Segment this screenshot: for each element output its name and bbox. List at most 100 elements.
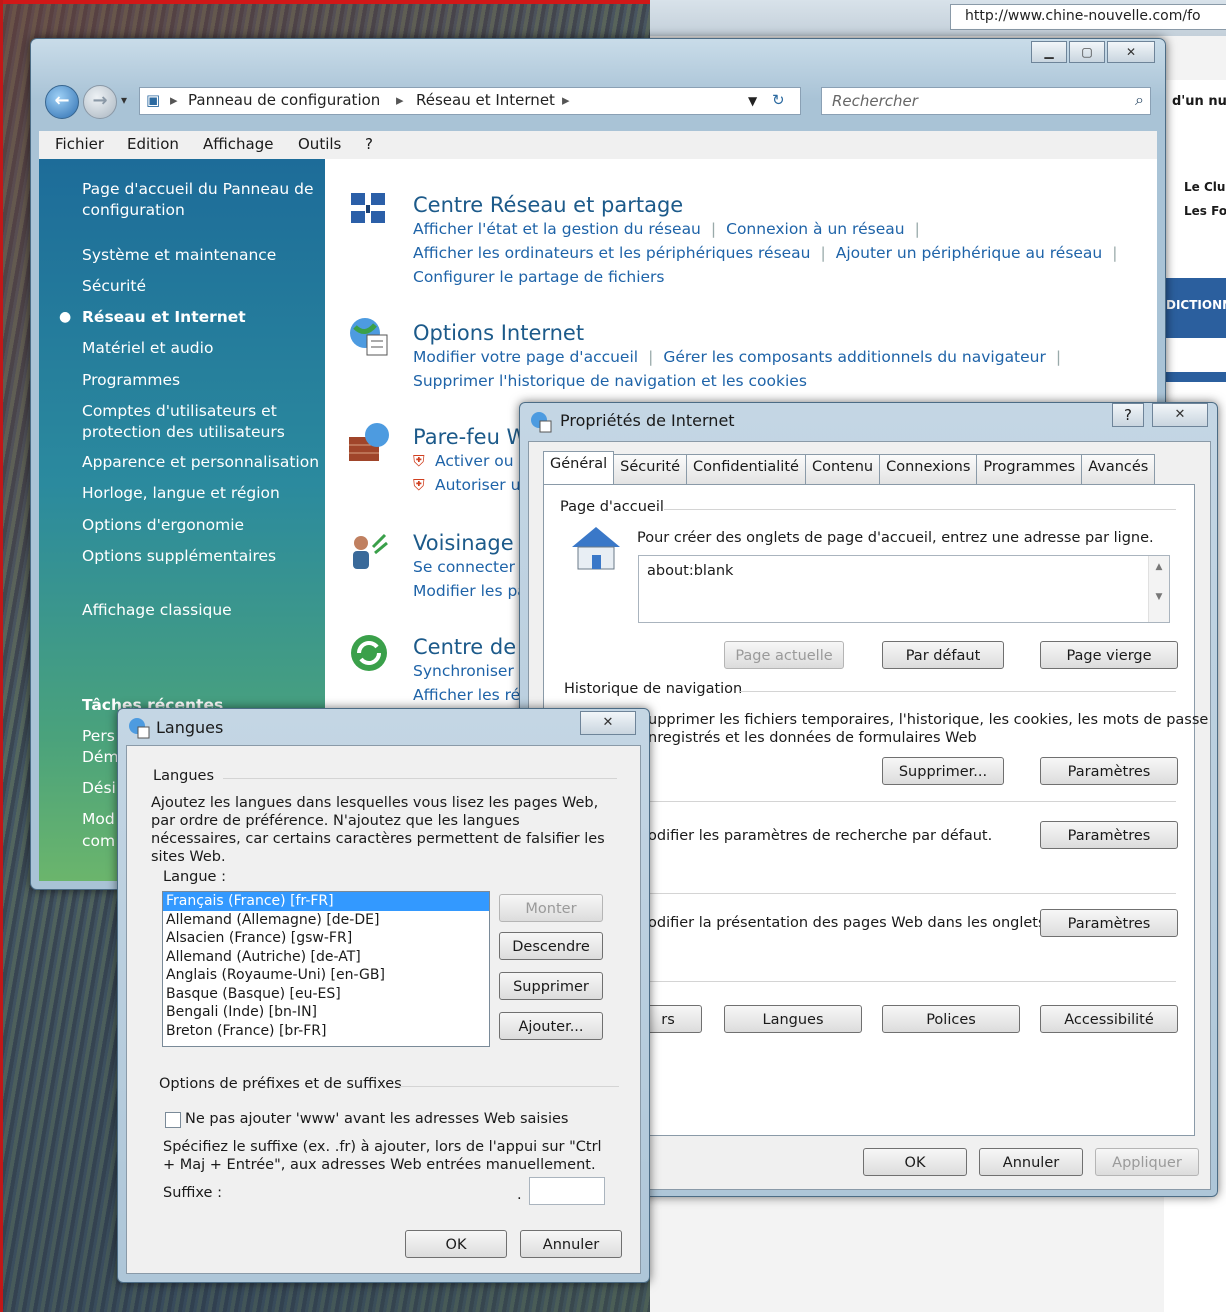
home-page-textarea[interactable]: about:blank ▲ ▼	[638, 555, 1170, 623]
tab-general[interactable]: Général	[543, 451, 615, 484]
language-list-item[interactable]: Anglais (Royaume-Uni) [en-GB]	[163, 966, 489, 985]
language-list[interactable]: Français (France) [fr-FR] Allemand (Alle…	[162, 891, 490, 1047]
category-title[interactable]: Centre Réseau et partage	[413, 193, 1127, 217]
category-link[interactable]: Afficher l'état et la gestion du réseau	[413, 220, 701, 238]
sidebar-item-appearance[interactable]: Apparence et personnalisation	[82, 452, 322, 473]
accessibility-button[interactable]: Accessibilité	[1040, 1005, 1178, 1033]
category-title[interactable]: Voisinage r	[413, 531, 529, 555]
apply-button[interactable]: Appliquer	[1095, 1148, 1199, 1176]
ok-button[interactable]: OK	[405, 1230, 507, 1258]
scroll-up-icon[interactable]: ▲	[1149, 562, 1169, 572]
sidebar-item-additional[interactable]: Options supplémentaires	[82, 546, 322, 567]
sidebar-item-programs[interactable]: Programmes	[82, 370, 322, 391]
window-controls: ▁ ▢ ✕	[1029, 41, 1155, 63]
address-breadcrumb[interactable]: ▣ ▸ Panneau de configuration ▸ Réseau et…	[139, 87, 801, 115]
breadcrumb-control-panel[interactable]: Panneau de configuration	[188, 91, 380, 109]
scroll-down-icon[interactable]: ▼	[1149, 592, 1169, 602]
ok-button[interactable]: OK	[863, 1148, 967, 1176]
language-list-item[interactable]: Allemand (Allemagne) [de-DE]	[163, 911, 489, 930]
sidebar-item-system[interactable]: Système et maintenance	[82, 245, 322, 266]
recent-pages-chevron-icon[interactable]: ▾	[121, 93, 127, 107]
language-list-item[interactable]: Alsacien (France) [gsw-FR]	[163, 929, 489, 948]
history-settings-button[interactable]: Paramètres	[1040, 757, 1178, 785]
category-link[interactable]: Activer ou	[435, 452, 514, 470]
category-link[interactable]: Modifier les pa	[413, 582, 527, 600]
sidebar-item-accounts[interactable]: Comptes d'utilisateurs et protection des…	[82, 401, 322, 443]
menu-help[interactable]: ?	[365, 135, 373, 153]
sidebar-item-network[interactable]: Réseau et Internet	[82, 307, 322, 328]
sidebar-item-clock[interactable]: Horloge, langue et région	[82, 483, 322, 504]
tab-advanced[interactable]: Avancés	[1081, 454, 1156, 484]
refresh-icon[interactable]: ↻	[772, 91, 785, 109]
no-www-checkbox[interactable]	[165, 1112, 181, 1128]
remove-language-button[interactable]: Supprimer	[499, 972, 603, 1000]
move-down-button[interactable]: Descendre	[499, 932, 603, 960]
breadcrumb-network[interactable]: Réseau et Internet	[416, 91, 555, 109]
breadcrumb-separator-icon[interactable]: ▸	[562, 91, 570, 109]
category-link[interactable]: Supprimer l'historique de navigation et …	[413, 372, 807, 390]
use-default-button[interactable]: Par défaut	[882, 641, 1004, 669]
menu-affichage[interactable]: Affichage	[203, 135, 273, 153]
delete-history-button[interactable]: Supprimer...	[882, 757, 1004, 785]
sidebar-item-security[interactable]: Sécurité	[82, 276, 322, 297]
search-settings-button[interactable]: Paramètres	[1040, 821, 1178, 849]
sidebar-item-hardware[interactable]: Matériel et audio	[82, 338, 322, 359]
category-link[interactable]: Autoriser u	[435, 476, 520, 494]
category-link[interactable]: Modifier votre page d'accueil	[413, 348, 638, 366]
category-title[interactable]: Centre de s	[413, 635, 534, 659]
tab-programs[interactable]: Programmes	[976, 454, 1083, 484]
sidebar-item-home[interactable]: Page d'accueil du Panneau de configurati…	[82, 179, 322, 221]
fonts-button[interactable]: Polices	[882, 1005, 1020, 1033]
suffix-input[interactable]	[529, 1177, 605, 1205]
sidebar-item-ergonomics[interactable]: Options d'ergonomie	[82, 515, 322, 536]
category-link[interactable]: Synchroniser a	[413, 662, 528, 680]
menu-edition[interactable]: Edition	[127, 135, 179, 153]
browser-address-bar[interactable]: http://www.chine-nouvelle.com/fo	[950, 4, 1226, 30]
maximize-button[interactable]: ▢	[1069, 41, 1105, 63]
category-link[interactable]: Se connecter à	[413, 558, 529, 576]
search-icon[interactable]: ⌕	[1135, 90, 1144, 110]
search-input[interactable]: Rechercher ⌕	[821, 87, 1151, 115]
move-up-button[interactable]: Monter	[499, 894, 603, 922]
no-www-label[interactable]: Ne pas ajouter 'www' avant les adresses …	[185, 1110, 569, 1128]
close-button[interactable]: ✕	[1107, 41, 1155, 63]
category-link[interactable]: Gérer les composants additionnels du nav…	[663, 348, 1046, 366]
language-list-item[interactable]: Basque (Basque) [eu-ES]	[163, 985, 489, 1004]
language-list-item[interactable]: Bengali (Inde) [bn-IN]	[163, 1003, 489, 1022]
help-button[interactable]: ?	[1112, 403, 1144, 427]
language-list-item[interactable]: Français (France) [fr-FR]	[163, 892, 489, 911]
home-icon	[572, 527, 620, 570]
forward-arrow-icon[interactable]: →	[83, 85, 117, 119]
breadcrumb-separator-icon[interactable]: ▸	[396, 91, 404, 109]
category-link[interactable]: Ajouter un périphérique au réseau	[836, 244, 1103, 262]
category-link[interactable]: Connexion à un réseau	[726, 220, 904, 238]
close-button[interactable]: ✕	[580, 711, 636, 735]
category-link[interactable]: Afficher les ordinateurs et les périphér…	[413, 244, 811, 262]
cancel-button[interactable]: Annuler	[979, 1148, 1083, 1176]
minimize-button[interactable]: ▁	[1031, 41, 1067, 63]
address-dropdown-icon[interactable]: ▼	[748, 94, 757, 108]
menu-outils[interactable]: Outils	[298, 135, 341, 153]
category-title[interactable]: Pare-feu W	[413, 425, 527, 449]
breadcrumb-separator-icon[interactable]: ▸	[170, 91, 178, 109]
category-link[interactable]: Afficher les rés	[413, 686, 528, 704]
language-list-item[interactable]: Allemand (Autriche) [de-AT]	[163, 948, 489, 967]
close-button[interactable]: ✕	[1152, 403, 1208, 427]
tab-content[interactable]: Contenu	[804, 454, 881, 484]
textarea-scrollbar[interactable]: ▲ ▼	[1148, 556, 1169, 622]
tabs-settings-button[interactable]: Paramètres	[1040, 909, 1178, 937]
use-current-button[interactable]: Page actuelle	[724, 641, 844, 669]
back-arrow-icon[interactable]: ←	[45, 85, 79, 119]
sidebar-item-classic-view[interactable]: Affichage classique	[82, 600, 322, 621]
category-link[interactable]: Configurer le partage de fichiers	[413, 268, 664, 286]
languages-button[interactable]: Langues	[724, 1005, 862, 1033]
tab-connections[interactable]: Connexions	[879, 454, 978, 484]
add-language-button[interactable]: Ajouter...	[499, 1012, 603, 1040]
language-list-item[interactable]: Breton (France) [br-FR]	[163, 1022, 489, 1041]
use-blank-button[interactable]: Page vierge	[1040, 641, 1178, 669]
menu-fichier[interactable]: Fichier	[55, 135, 104, 153]
tab-security[interactable]: Sécurité	[613, 454, 688, 484]
category-title[interactable]: Options Internet	[413, 321, 1071, 345]
tab-privacy[interactable]: Confidentialité	[686, 454, 806, 484]
cancel-button[interactable]: Annuler	[520, 1230, 622, 1258]
